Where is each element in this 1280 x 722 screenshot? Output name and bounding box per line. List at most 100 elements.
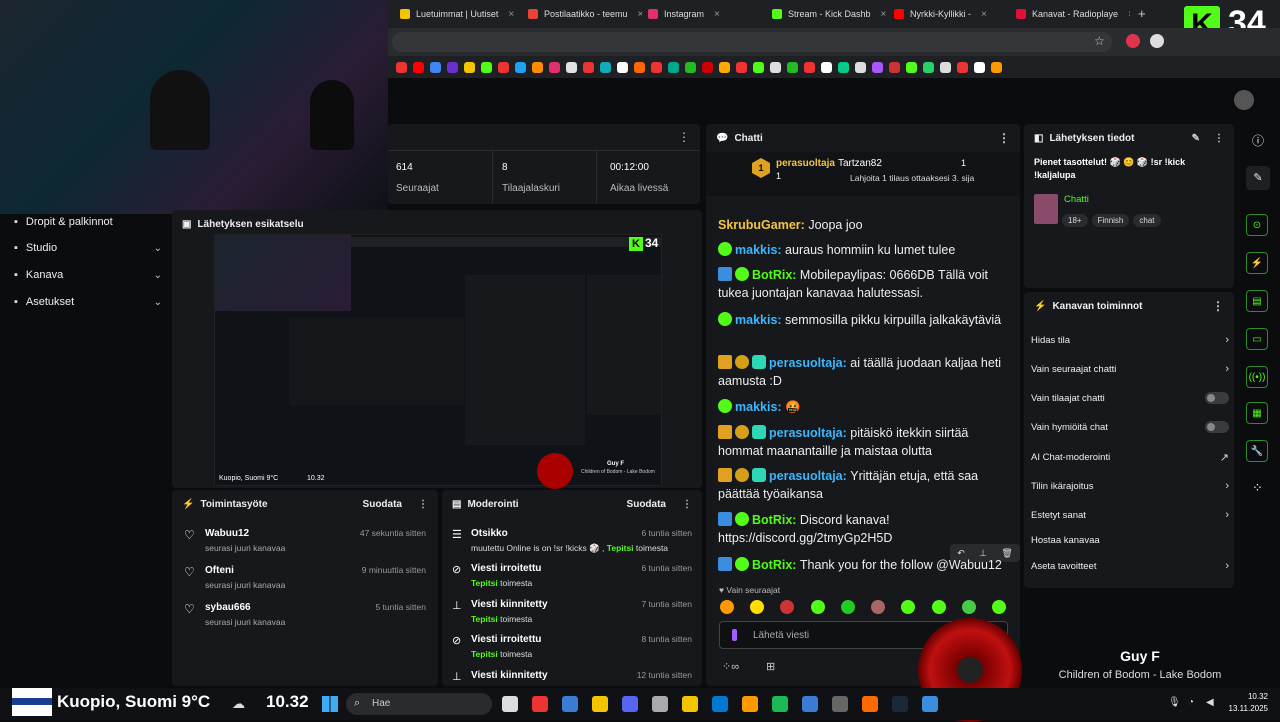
- taskbar-app-icon[interactable]: [652, 696, 668, 712]
- target-icon[interactable]: ⊙: [1246, 214, 1268, 236]
- toggle-switch[interactable]: [1205, 421, 1229, 433]
- gift-user-name[interactable]: Tartzan82: [838, 158, 882, 169]
- browser-tab[interactable]: Stream - Kick Dashb ×: [772, 4, 888, 24]
- activity-row[interactable]: sybau666 seurasi juuri kanavaa 5 tuntia si…: [205, 602, 426, 627]
- extension-icon[interactable]: [1126, 34, 1140, 48]
- chat-username[interactable]: perasuoltaja: [769, 469, 843, 483]
- bookmark-icon[interactable]: [464, 61, 475, 73]
- stream-tag[interactable]: Finnish: [1091, 214, 1130, 227]
- edit-icon[interactable]: ✎: [1246, 166, 1270, 190]
- chat-username[interactable]: perasuoltaja: [769, 426, 843, 440]
- activity-row[interactable]: Ofteni seurasi juuri kanavaa 9 minuuttia s…: [205, 565, 426, 590]
- chat-username[interactable]: BotRix: [752, 513, 792, 527]
- bookmark-icon[interactable]: [651, 61, 662, 73]
- chat-username[interactable]: makkis: [735, 243, 777, 257]
- chat-username[interactable]: makkis: [735, 400, 777, 414]
- chat-username[interactable]: perasuoltaja: [769, 356, 843, 370]
- bookmark-icon[interactable]: [872, 61, 883, 73]
- bookmark-icon[interactable]: [787, 61, 798, 73]
- bookmark-icon[interactable]: [991, 61, 1002, 73]
- chat-message[interactable]: perasuoltaja: Yrittäjän etuja, että saa …: [718, 467, 1003, 503]
- bookmark-icon[interactable]: [481, 61, 492, 73]
- moderation-row[interactable]: Viesti irroitettu Tepitsi toimesta 8 tunti…: [471, 634, 692, 659]
- bookmark-icon[interactable]: [396, 61, 407, 73]
- channel-action-item[interactable]: Hidas tila ›: [1031, 334, 1229, 346]
- taskbar-app-icon[interactable]: [772, 696, 788, 712]
- bookmark-icon[interactable]: [821, 61, 832, 73]
- wrench-icon[interactable]: 🔧: [1246, 440, 1268, 462]
- bookmark-icon[interactable]: [719, 61, 730, 73]
- taskbar-app-icon[interactable]: [592, 696, 608, 712]
- layout-icon[interactable]: ▦: [1246, 402, 1268, 424]
- moderation-row[interactable]: Otsikko muutettu Online is on !sr !kicks …: [471, 528, 692, 554]
- close-tab-icon[interactable]: ×: [714, 9, 720, 20]
- bookmark-icon[interactable]: [617, 61, 628, 73]
- broadcast-icon[interactable]: ((•)): [1246, 366, 1268, 388]
- close-tab-icon[interactable]: ×: [981, 9, 987, 20]
- toggle-switch[interactable]: [1205, 392, 1229, 404]
- volume-icon[interactable]: ◀: [1206, 697, 1214, 708]
- close-tab-icon[interactable]: ×: [508, 9, 514, 20]
- chat-message[interactable]: makkis: semmosilla pikku kirpuilla jalka…: [718, 311, 1003, 329]
- chat-icon[interactable]: ▭: [1246, 328, 1268, 350]
- moderation-row[interactable]: Viesti kiinnitetty Tepitsi toimesta 7 tunt…: [471, 599, 692, 624]
- activity-filter-button[interactable]: Suodata: [363, 499, 402, 510]
- emote-icon[interactable]: [750, 600, 765, 614]
- activity-row[interactable]: Wabuu12 seurasi juuri kanavaa 47 sekuntia …: [205, 528, 426, 553]
- bookmark-icon[interactable]: [430, 61, 441, 73]
- bookmark-icon[interactable]: [702, 61, 713, 73]
- bookmark-icon[interactable]: [753, 61, 764, 73]
- bookmark-icon[interactable]: [413, 61, 424, 73]
- emote-icon[interactable]: [780, 600, 795, 614]
- sidebar-item[interactable]: ▪ Studio ⌄: [14, 242, 162, 254]
- browser-tab[interactable]: Instagram ×: [648, 4, 766, 24]
- taskbar-app-icon[interactable]: [502, 696, 518, 712]
- browser-tab[interactable]: Nyrkki-Kyllikki - ×: [894, 4, 1010, 24]
- emote-icon[interactable]: [961, 600, 976, 614]
- more-options-icon[interactable]: ⋮: [682, 499, 692, 510]
- bookmark-icon[interactable]: [668, 61, 679, 73]
- chat-message[interactable]: perasuoltaja: pitäiskö itekkin siirtää h…: [718, 424, 1003, 460]
- close-tab-icon[interactable]: ×: [881, 9, 887, 20]
- bookmark-icon[interactable]: [957, 61, 968, 73]
- document-icon[interactable]: ▤: [1246, 290, 1268, 312]
- chat-message[interactable]: BotRix: Discord kanava! https://discord.…: [718, 511, 1003, 547]
- taskbar-app-icon[interactable]: [862, 696, 878, 712]
- more-options-icon[interactable]: ⋮: [418, 499, 428, 510]
- emote-icon[interactable]: [840, 600, 855, 614]
- more-options-icon[interactable]: ⋮: [1212, 299, 1224, 313]
- taskbar-app-icon[interactable]: [532, 696, 548, 712]
- channel-action-item[interactable]: AI Chat-moderointi ↗: [1031, 451, 1229, 464]
- channel-action-item[interactable]: Vain seuraajat chatti ›: [1031, 363, 1229, 375]
- chat-username[interactable]: makkis: [735, 313, 777, 327]
- bookmark-icon[interactable]: [634, 61, 645, 73]
- bookmark-icon[interactable]: [770, 61, 781, 73]
- chat-message[interactable]: makkis: 🤬: [718, 398, 1003, 416]
- moderation-row[interactable]: Viesti kiinnitetty 12 tuntia sitten: [471, 670, 692, 685]
- more-options-icon[interactable]: ⋮: [1214, 133, 1224, 144]
- chat-username[interactable]: SkrubuGamer: [718, 218, 801, 232]
- taskbar-app-icon[interactable]: [622, 696, 638, 712]
- bookmark-icon[interactable]: [583, 61, 594, 73]
- bookmark-icon[interactable]: [549, 61, 560, 73]
- bookmark-icon[interactable]: [600, 61, 611, 73]
- bookmark-icon[interactable]: [923, 61, 934, 73]
- wifi-icon[interactable]: ◔: [1188, 697, 1194, 708]
- bookmark-icon[interactable]: [566, 61, 577, 73]
- windows-start-icon[interactable]: [322, 696, 338, 712]
- channel-action-item[interactable]: Hostaa kanavaa: [1031, 535, 1229, 546]
- taskbar-app-icon[interactable]: [922, 696, 938, 712]
- delete-icon[interactable]: 🗑: [1001, 548, 1012, 559]
- bookmark-icon[interactable]: [498, 61, 509, 73]
- mic-icon[interactable]: 🎙: [1168, 697, 1181, 708]
- more-options-icon[interactable]: ⋮: [998, 131, 1010, 145]
- channel-action-item[interactable]: Aseta tavoitteet ›: [1031, 560, 1229, 572]
- channel-action-item[interactable]: Vain tilaajat chatti: [1031, 392, 1229, 404]
- user-avatar[interactable]: [1234, 90, 1254, 110]
- url-input[interactable]: [392, 32, 1112, 52]
- close-tab-icon[interactable]: ×: [1128, 9, 1130, 20]
- info-icon[interactable]: ⓘ: [1252, 132, 1264, 149]
- taskbar-app-icon[interactable]: [802, 696, 818, 712]
- chat-message[interactable]: BotRix: Thank you for the follow @Wabuu1…: [718, 556, 1003, 574]
- bookmark-icon[interactable]: [974, 61, 985, 73]
